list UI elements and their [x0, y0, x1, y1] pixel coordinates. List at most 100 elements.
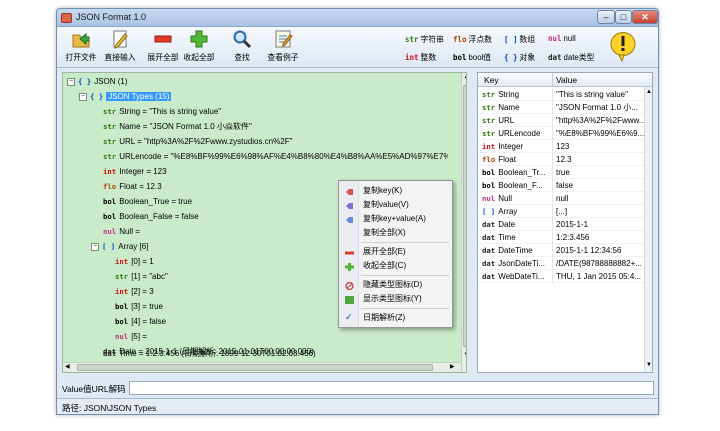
menu-item-copy-key-value[interactable]: 复制key+value(A): [339, 212, 452, 226]
tree-node[interactable]: str String = "This is string value": [103, 106, 221, 118]
menu-item-label: 隐藏类型图标(D): [363, 280, 423, 289]
properties-scrollbar[interactable]: ▲ ▼: [644, 87, 652, 372]
context-menu: 复制key(K) 复制value(V) 复制key+value(A) 复制全部(…: [338, 180, 453, 328]
tree-node[interactable]: flo Float = 12.3: [103, 181, 162, 193]
maximize-button[interactable]: □: [615, 10, 632, 24]
tree-node[interactable]: int [2] = 3: [115, 286, 154, 298]
hscroll-thumb[interactable]: [77, 364, 433, 371]
scroll-up-icon[interactable]: ▲: [463, 74, 466, 82]
direct-input-button[interactable]: 直接输入: [102, 29, 138, 67]
property-key: String: [498, 90, 520, 99]
property-row[interactable]: str URLencode "%E8%BF%99%E6%9...: [478, 127, 644, 140]
property-row[interactable]: nul Null null: [478, 192, 644, 205]
title-bar: JSON Format 1.0 – □ ✕: [57, 9, 658, 27]
type-tag: nul: [482, 194, 496, 203]
type-tag: str: [482, 129, 496, 138]
node-text: Boolean_True = true: [119, 197, 193, 206]
scroll-up-icon[interactable]: ▲: [646, 89, 652, 95]
property-row[interactable]: int Integer 123: [478, 140, 644, 153]
property-row[interactable]: str Name "JSON Format 1.0 小...: [478, 101, 644, 114]
tree-node-array[interactable]: −[ ] Array [6]: [91, 241, 148, 253]
type-tag: int: [115, 257, 129, 266]
property-key: Boolean_Tr...: [498, 168, 546, 177]
tree-node[interactable]: dat Time = 1:2:3.456 (日期解析: 1899-12-30T01…: [103, 348, 316, 360]
close-button[interactable]: ✕: [632, 10, 658, 24]
legend-label: bool值: [468, 53, 492, 62]
property-row[interactable]: dat Time 1:2:3.456: [478, 231, 644, 244]
legend-label: 整数: [420, 53, 437, 62]
tree-node[interactable]: bol [4] = false: [115, 316, 166, 328]
type-tag: str: [115, 272, 129, 281]
search-button[interactable]: 查找: [224, 29, 260, 67]
scroll-right-icon[interactable]: ▶: [450, 363, 455, 370]
tree-node[interactable]: int Integer = 123: [103, 166, 167, 178]
collapse-toggle[interactable]: −: [67, 77, 75, 86]
menu-item-copy-value[interactable]: 复制value(V): [339, 198, 452, 212]
direct-input-label: 直接输入: [104, 53, 136, 62]
tree-node[interactable]: int [0] = 1: [115, 256, 154, 268]
tree-node[interactable]: bol Boolean_True = true: [103, 196, 192, 208]
expand-all-button[interactable]: 展开全部: [145, 29, 181, 67]
status-path: 路径: JSON\JSON Types: [62, 403, 157, 413]
tree-node[interactable]: bol [3] = true: [115, 301, 163, 313]
property-value: 2015-1-1: [552, 218, 644, 231]
type-tag: int: [115, 287, 129, 296]
property-key: DateTime: [498, 246, 533, 255]
type-tag: str: [482, 116, 496, 125]
node-text: [0] = 1: [131, 257, 154, 266]
tree-node[interactable]: nul [5] =: [115, 331, 147, 343]
tree-node[interactable]: bol Boolean_False = false: [103, 211, 199, 223]
property-key: Boolean_F...: [498, 181, 543, 190]
minimize-button[interactable]: –: [597, 10, 615, 24]
scroll-thumb[interactable]: [463, 85, 466, 347]
key-column-header[interactable]: Key: [484, 75, 499, 85]
property-row[interactable]: dat DateTime 2015-1-1 12:34:56: [478, 244, 644, 257]
menu-item-show-type-icons[interactable]: 显示类型图标(Y): [339, 292, 452, 306]
tree-node[interactable]: str URLencode = "%E8%BF%99%E6%98%AF%E4%B8…: [103, 151, 448, 163]
url-decode-bar: Value值URL解码: [57, 380, 658, 396]
node-text: [2] = 3: [131, 287, 154, 296]
property-row[interactable]: str URL "http%3A%2F%2Fwww...: [478, 114, 644, 127]
tree-horizontal-scrollbar[interactable]: ◀ ▶: [63, 362, 461, 372]
property-row[interactable]: [ ] Array [...]: [478, 205, 644, 218]
property-row[interactable]: flo Float 12.3: [478, 153, 644, 166]
tree-node-root[interactable]: −{ } JSON (1): [67, 76, 128, 88]
menu-item-copy-key[interactable]: 复制key(K): [339, 184, 452, 198]
collapse-toggle[interactable]: −: [91, 242, 99, 251]
collapse-toggle[interactable]: −: [79, 92, 87, 101]
scroll-down-icon[interactable]: ▼: [646, 362, 652, 368]
menu-item-date-parse[interactable]: ✓ 日期解析(Z): [339, 311, 452, 325]
property-row[interactable]: dat WebDateTi... THU, 1 Jan 2015 05:4...: [478, 270, 644, 283]
scroll-left-icon[interactable]: ◀: [65, 363, 70, 370]
url-decode-field[interactable]: [129, 381, 654, 395]
view-example-button[interactable]: 查看例子: [262, 29, 304, 67]
tree-node[interactable]: str [1] = "abc": [115, 271, 168, 283]
scroll-down-icon[interactable]: ▼: [463, 352, 466, 360]
menu-item-collapse-all[interactable]: 收起全部(C): [339, 259, 452, 273]
properties-panel: Key Value str String "This is string value…: [477, 72, 653, 373]
collapse-all-button[interactable]: 收起全部: [181, 29, 217, 67]
menu-item-label: 复制value(V): [363, 200, 409, 209]
tree-vertical-scrollbar[interactable]: ▲ ▼: [461, 73, 466, 372]
menu-item-copy-all[interactable]: 复制全部(X): [339, 226, 452, 240]
type-tag: dat: [482, 220, 496, 229]
property-row[interactable]: str String "This is string value": [478, 88, 644, 101]
value-column-header[interactable]: Value: [552, 73, 577, 87]
type-tag: bol: [115, 302, 129, 311]
open-file-button[interactable]: 打开文件: [63, 29, 99, 67]
tree-node[interactable]: str Name = "JSON Format 1.0 小焱软件": [103, 121, 252, 133]
menu-item-hide-type-icons[interactable]: 隐藏类型图标(D): [339, 278, 452, 292]
property-value: true: [552, 166, 644, 179]
tree-node[interactable]: str URL = "http%3A%2F%2Fwww.zystudios.cn%…: [103, 136, 292, 148]
property-row[interactable]: bol Boolean_F... false: [478, 179, 644, 192]
property-key: WebDateTi...: [498, 272, 545, 281]
tree-node[interactable]: nul Null =: [103, 226, 140, 238]
status-bar: 路径: JSON\JSON Types: [57, 398, 658, 414]
node-text: URLencode = "%E8%BF%99%E6%98%AF%E4%B8%80…: [119, 152, 448, 161]
tree-node-json-types[interactable]: −{ } JSON Types (15): [79, 91, 172, 103]
property-row[interactable]: bol Boolean_Tr... true: [478, 166, 644, 179]
menu-item-expand-all[interactable]: 展开全部(E): [339, 245, 452, 259]
property-row[interactable]: dat Date 2015-1-1: [478, 218, 644, 231]
property-row[interactable]: dat JsonDateTi... /DATE(98788888882+...: [478, 257, 644, 270]
info-icon[interactable]: [610, 31, 636, 63]
